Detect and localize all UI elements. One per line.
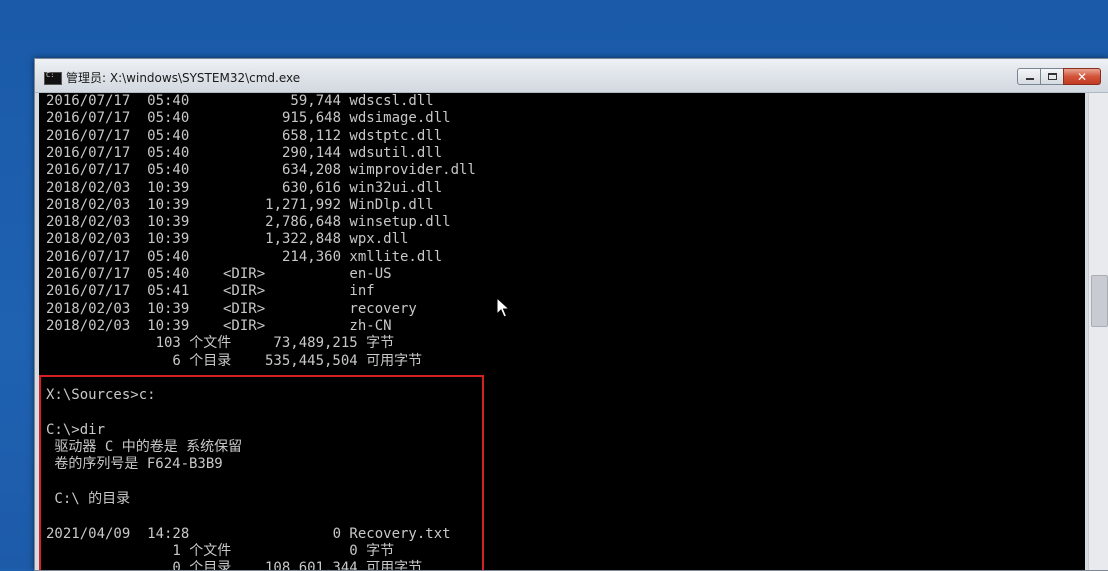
console-line: 2016/07/17 05:40 634,208 wimprovider.dll (46, 162, 476, 179)
console-line: 卷的序列号是 F624-B3B9 (46, 456, 223, 473)
close-button[interactable]: ✕ (1063, 68, 1101, 85)
console-line: 2016/07/17 05:40 915,648 wdsimage.dll (46, 110, 451, 127)
close-icon: ✕ (1076, 70, 1088, 84)
console-line: 驱动器 C 中的卷是 系统保留 (46, 439, 243, 455)
window-title: 管理员: X:\windows\SYSTEM32\cmd.exe (66, 71, 301, 85)
console-line: 2016/07/17 05:40 290,144 wdsutil.dll (46, 144, 443, 161)
console-line: C:\ 的目录 (46, 490, 131, 507)
console-line: 2016/07/17 05:41 <DIR> inf (46, 283, 375, 300)
scroll-thumb[interactable] (1091, 275, 1108, 327)
console-line: 2016/07/17 05:40 59,744 wdscsl.dll (46, 93, 434, 109)
maximize-button[interactable] (1040, 68, 1064, 85)
console-line: 2018/02/03 10:39 <DIR> recovery (46, 300, 417, 317)
console-line: X:\Sources>c: (46, 387, 156, 404)
window-controls: ✕ (1017, 68, 1101, 87)
maximize-icon (1048, 73, 1057, 80)
console-line: 2018/02/03 10:39 2,786,648 winsetup.dll (46, 214, 451, 231)
console-line: 2018/02/03 10:39 <DIR> zh-CN (46, 317, 392, 334)
console-line: 1 个文件 0 字节 (46, 542, 395, 559)
minimize-icon (1026, 78, 1034, 80)
console-line: 6 个目录 535,445,504 可用字节 (46, 352, 423, 369)
console-output[interactable]: 2016/07/17 05:40 59,744 wdscsl.dll 2016/0… (39, 93, 1085, 570)
cmd-icon (44, 71, 62, 85)
console-line: 2018/02/03 10:39 1,271,992 WinDlp.dll (46, 196, 434, 213)
minimize-button[interactable] (1017, 68, 1041, 85)
console-line: 2016/07/17 05:40 658,112 wdstptc.dll (46, 127, 443, 144)
vertical-scrollbar[interactable] (1088, 93, 1108, 570)
cmd-window[interactable]: 管理员: X:\windows\SYSTEM32\cmd.exe ✕ 2016/… (34, 58, 1108, 571)
console-line: 2018/02/03 10:39 1,322,848 wpx.dll (46, 231, 409, 248)
console-line: 2016/07/17 05:40 <DIR> en-US (46, 266, 392, 282)
console-line: 2021/04/09 14:28 0 Recovery.txt (46, 525, 451, 542)
console-line: 2018/02/03 10:39 630,616 win32ui.dll (46, 179, 443, 196)
title-bar[interactable]: 管理员: X:\windows\SYSTEM32\cmd.exe ✕ (35, 59, 1108, 93)
console-line: 103 个文件 73,489,215 字节 (46, 335, 395, 352)
console-line: 2016/07/17 05:40 214,360 xmllite.dll (46, 248, 443, 265)
console-line: C:\>dir (46, 421, 106, 438)
